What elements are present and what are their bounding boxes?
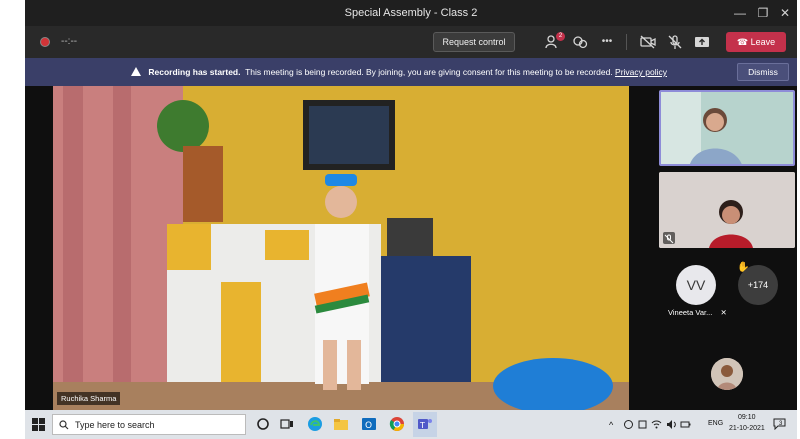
- edge-icon[interactable]: [307, 416, 323, 432]
- close-window-button[interactable]: ✕: [775, 4, 795, 22]
- warning-icon: [131, 67, 141, 76]
- windows-start-icon[interactable]: [32, 418, 45, 431]
- meeting-stage: Ruchika Sharma VV Vineeta Var... ✕ ✋ +17…: [25, 86, 797, 410]
- main-video[interactable]: Ruchika Sharma: [53, 86, 629, 410]
- main-video-feed: [53, 86, 629, 410]
- request-control-button[interactable]: Request control: [433, 32, 515, 52]
- svg-text:T: T: [419, 421, 425, 430]
- clock-date[interactable]: 21-10-2021: [729, 425, 765, 432]
- phone-icon: ☎: [736, 37, 751, 47]
- tray-app-icon[interactable]: [623, 419, 634, 430]
- teams-icon: T: [418, 419, 432, 430]
- volume-icon[interactable]: [666, 419, 677, 430]
- chrome-icon[interactable]: [389, 416, 405, 432]
- leave-button[interactable]: ☎ Leave: [726, 32, 786, 52]
- maximize-button[interactable]: ❐: [753, 4, 773, 22]
- window-title: Special Assembly - Class 2: [344, 7, 478, 19]
- meeting-timer: --:--: [61, 36, 78, 47]
- search-icon: [59, 420, 69, 430]
- participant-name: Vineeta Var... ✕: [668, 308, 727, 317]
- windows-taskbar: Type here to search O T ^ ENG 09:10 21-1…: [25, 410, 797, 439]
- wifi-icon[interactable]: [651, 419, 662, 430]
- recording-indicator-icon: [40, 37, 50, 47]
- participant-video-feed: [661, 92, 793, 164]
- mic-off-icon[interactable]: [666, 33, 684, 51]
- meeting-toolbar: --:-- Request control 2 ••• ☎ Leave: [25, 26, 797, 58]
- participant-video-feed-2: [659, 172, 795, 248]
- taskbar-search-box[interactable]: Type here to search: [52, 414, 246, 435]
- mic-off-icon: [663, 232, 675, 244]
- battery-icon[interactable]: [680, 419, 691, 430]
- self-view-avatar[interactable]: [711, 358, 743, 390]
- toolbar-divider: [626, 34, 627, 50]
- language-indicator[interactable]: ENG: [708, 420, 723, 427]
- outlook-icon[interactable]: O: [361, 416, 377, 432]
- chat-icon[interactable]: [571, 33, 589, 51]
- participant-avatar[interactable]: VV: [676, 265, 716, 305]
- recording-consent-text: This meeting is being recorded. By joini…: [245, 67, 613, 77]
- privacy-policy-link[interactable]: Privacy policy: [615, 67, 667, 77]
- teams-taskbar-active[interactable]: T: [413, 412, 437, 437]
- notifications-button[interactable]: 3: [773, 417, 789, 431]
- recording-title: Recording has started.: [148, 67, 241, 77]
- tray-chevron-icon[interactable]: ^: [609, 420, 613, 430]
- network-icon[interactable]: [637, 419, 648, 430]
- participant-tile[interactable]: [659, 172, 795, 248]
- title-bar: Special Assembly - Class 2 — ❐ ✕: [25, 0, 797, 26]
- minimize-button[interactable]: —: [730, 4, 750, 22]
- task-view-icon[interactable]: [279, 416, 295, 432]
- leave-label: Leave: [750, 37, 776, 47]
- more-participants-button[interactable]: +174: [738, 265, 778, 305]
- recording-message: Recording has started. This meeting is b…: [131, 67, 667, 77]
- dismiss-button[interactable]: Dismiss: [737, 63, 789, 81]
- file-explorer-icon[interactable]: [333, 416, 349, 432]
- participant-name-text: Vineeta Var...: [668, 308, 713, 317]
- svg-text:O: O: [365, 421, 372, 431]
- participant-tile-active[interactable]: [659, 90, 795, 166]
- camera-off-icon[interactable]: [639, 33, 657, 51]
- cortana-icon[interactable]: [255, 416, 271, 432]
- search-placeholder: Type here to search: [75, 420, 155, 430]
- share-screen-icon[interactable]: [693, 33, 711, 51]
- mic-off-icon-small: ✕: [720, 308, 727, 317]
- notification-count: 3: [779, 421, 783, 427]
- speaker-name-tag: Ruchika Sharma: [57, 392, 121, 405]
- participants-badge: 2: [556, 32, 565, 41]
- more-actions-icon[interactable]: •••: [598, 33, 616, 51]
- teams-meeting-window: Special Assembly - Class 2 — ❐ ✕ --:-- R…: [25, 0, 797, 439]
- clock-time[interactable]: 09:10: [738, 414, 756, 421]
- recording-banner: Recording has started. This meeting is b…: [25, 58, 797, 86]
